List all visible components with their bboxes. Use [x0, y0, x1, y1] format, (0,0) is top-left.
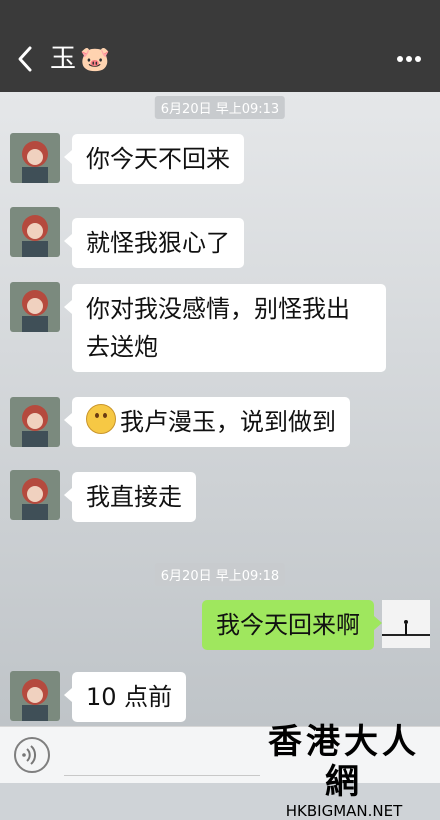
message-bubble[interactable]: 10 点前	[63, 672, 187, 722]
message-bubble[interactable]: 你对我没感情，别怪我出去送炮	[64, 284, 386, 372]
chat-title: 玉 🐷	[50, 43, 110, 75]
timestamp: 6月20日 早上09:18	[154, 563, 286, 586]
contact-avatar[interactable]	[10, 397, 60, 447]
message-bubble[interactable]: 我卢漫玉，说到做到	[64, 397, 350, 447]
contact-avatar[interactable]	[10, 133, 60, 183]
message-input[interactable]	[64, 775, 260, 776]
top-navigation-bar: 玉 🐷	[0, 0, 440, 92]
contact-avatar[interactable]	[10, 282, 60, 332]
my-message-bubble[interactable]: 我今天回来啊	[202, 600, 382, 650]
message-bubble[interactable]: 你今天不回来	[64, 134, 244, 184]
timestamp: 6月20日 早上09:13	[154, 96, 286, 119]
contact-avatar[interactable]	[10, 207, 60, 257]
pig-emoji-icon: 🐷	[80, 45, 110, 73]
contact-name: 玉	[50, 44, 77, 74]
site-watermark: 香港大人網 HKBIGMAN.NET	[256, 722, 432, 820]
message-bubble[interactable]: 我直接走	[64, 472, 196, 522]
message-bubble[interactable]: 就怪我狠心了	[64, 218, 244, 268]
contact-avatar[interactable]	[10, 671, 60, 721]
chevron-left-icon[interactable]	[14, 44, 36, 74]
chat-area[interactable]: 6月20日 早上09:13 你今天不回来 就怪我狠心了 你对我没感情，别怪我出去…	[0, 92, 440, 726]
watermark-chinese-text: 香港大人網	[268, 722, 420, 802]
voice-icon[interactable]	[14, 737, 50, 773]
watermark-english-text: HKBIGMAN.NET	[285, 802, 403, 820]
smile-emoji-icon	[86, 404, 116, 434]
more-horizontal-icon[interactable]	[396, 52, 422, 66]
my-avatar[interactable]	[382, 600, 430, 648]
message-text: 我卢漫玉，说到做到	[120, 408, 336, 436]
contact-avatar[interactable]	[10, 470, 60, 520]
